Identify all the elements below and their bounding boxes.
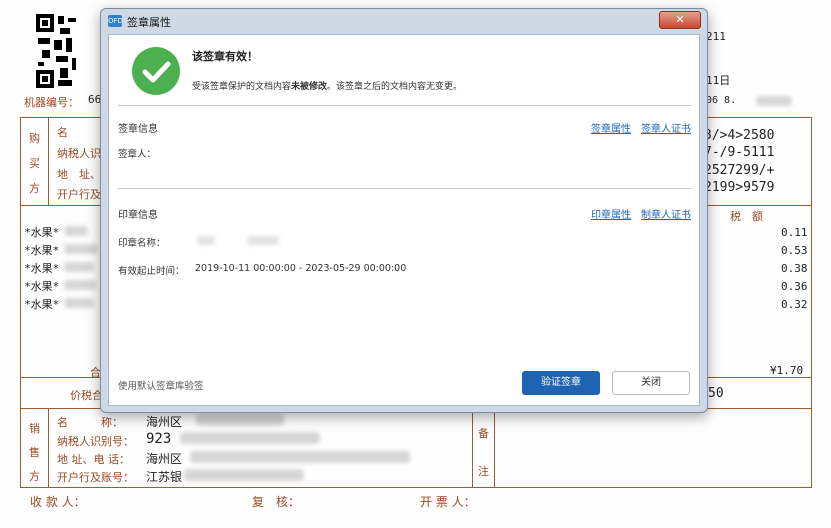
default-library-verify-option[interactable]: 使用默认签章库验签 [118,378,204,392]
close-icon: ✕ [675,13,685,26]
seal-maker-certificate-link[interactable]: 制章人证书 [641,206,691,221]
tax-amount-header: 税 额 [730,210,763,223]
signer-label: 签章人： [118,149,157,160]
footer-issuer: 开 票 人： [420,495,476,509]
window-close-button[interactable]: ✕ [659,11,701,29]
footer-payee: 收 款 人： [30,495,86,509]
cipher-line-2: 7-/9-5111 [704,145,775,160]
item-row-2: *水果* [24,244,60,257]
cipher-line-1: 3/>4>2580 [704,128,775,143]
dialog-title: 签章属性 [127,16,171,29]
seller-row-name: 名 称： [57,416,123,429]
buyer-side-1: 购 [29,132,40,145]
cipher-line-4: 2199>9579 [704,180,775,195]
buyer-row-name: 名 [57,126,68,139]
total-tax-value: ¥1.70 [770,364,804,377]
divider [118,105,691,106]
status-title: 该签章有效！ [192,50,258,63]
success-check-icon [132,47,180,95]
dialog-content: 该签章有效！ 受该签章保护的文档内容未被修改。该签章之后的文档内容无变更。 签章… [108,34,700,406]
seal-properties-link[interactable]: 印章属性 [591,206,631,221]
signer-certificate-link[interactable]: 签章人证书 [641,120,691,135]
check-code: 06 8. [706,95,737,106]
seal-name-label: 印章名称： [118,238,166,249]
seller-side-2: 售 [29,446,40,459]
tax-value-1: 0.11 [781,226,808,239]
seller-bank-value: 江苏银 [146,470,183,484]
item-row-5: *水果* [24,298,60,311]
verify-signature-button[interactable]: 验证签章 [522,371,600,395]
buyer-row-bank: 开户行及 [57,188,101,201]
seller-side-1: 销 [29,422,40,435]
tax-value-3: 0.38 [781,262,808,275]
buyer-side-2: 买 [29,157,40,170]
seller-name-value: 海州区 [146,415,183,429]
cipher-line-3: 2527299/+ [704,163,775,178]
signature-properties-dialog: OFD 签章属性 ✕ 该签章有效！ 受该签章保护的文档内容未被修改。该签章之后的… [100,8,708,413]
invoice-date: 11日 [706,74,731,87]
machine-number-label: 机器编号： [24,96,79,109]
tax-value-2: 0.53 [781,244,808,257]
divider [118,188,691,189]
seller-row-bank: 开户行及账号： [57,471,134,484]
price-tax-value: 50 [708,386,724,401]
buyer-side-3: 方 [29,182,40,195]
remark-side-1: 备 [478,427,489,440]
app-icon: OFD [108,15,123,27]
close-button[interactable]: 关闭 [612,371,690,395]
seller-row-taxid: 纳税人识别号： [57,435,134,448]
status-description: 受该签章保护的文档内容未被修改。该签章之后的文档内容无变更。 [192,82,463,92]
signature-properties-link[interactable]: 签章属性 [591,120,631,135]
seller-row-address: 地 址、电 话： [57,453,130,466]
buyer-row-address: 地 址、 [57,168,101,181]
tax-value-5: 0.32 [781,298,808,311]
validity-value: 2019-10-11 00:00:00 - 2023-05-29 00:00:0… [195,263,407,274]
tax-value-4: 0.36 [781,280,808,293]
signature-info-title: 签章信息 [118,124,158,135]
seller-address-value: 海州区 [146,452,183,466]
remark-side-2: 注 [478,465,489,478]
dialog-titlebar[interactable]: OFD 签章属性 ✕ [101,9,707,33]
item-row-4: *水果* [24,280,60,293]
validity-label: 有效起止时间： [118,266,185,277]
price-tax-label: 价税合 [70,389,103,402]
footer-reviewer: 复 核： [252,495,301,509]
seller-taxid-value: 923 [146,431,172,447]
item-row-1: *水果* [24,226,60,239]
buyer-row-taxid: 纳税人识 [57,147,101,160]
seller-side-3: 方 [29,470,40,483]
invoice-code: 211 [706,30,726,43]
qr-code [36,14,102,90]
item-row-3: *水果* [24,262,60,275]
seal-info-title: 印章信息 [118,210,158,221]
